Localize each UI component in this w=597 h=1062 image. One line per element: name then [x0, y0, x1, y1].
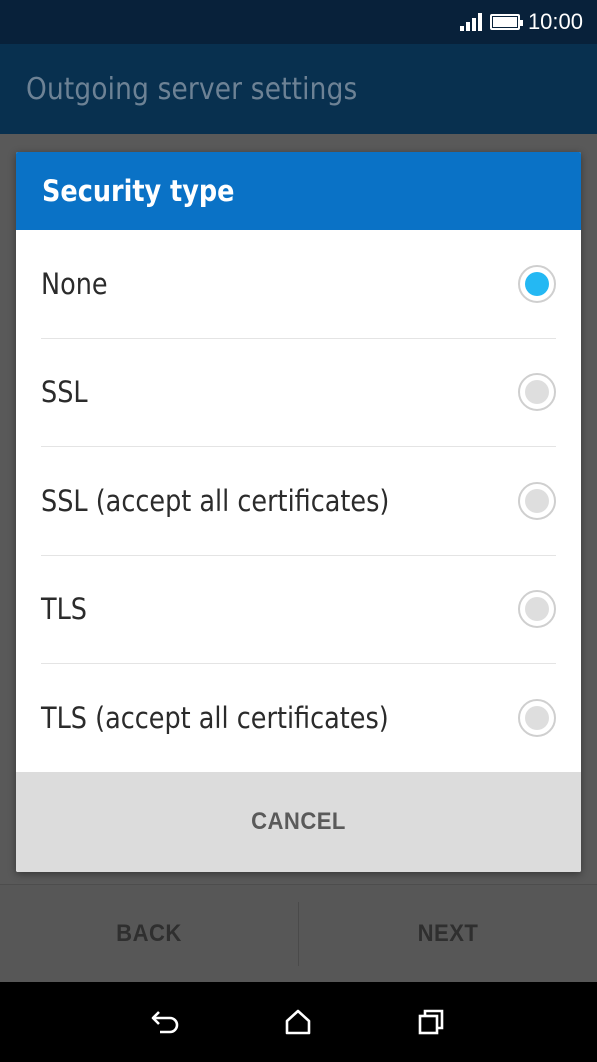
- option-ssl[interactable]: SSL: [41, 339, 556, 447]
- home-icon[interactable]: [278, 1002, 318, 1042]
- option-ssl-accept-all[interactable]: SSL (accept all certificates): [41, 447, 556, 556]
- option-label: TLS (accept all certificates): [41, 701, 389, 736]
- dialog-footer: CANCEL: [16, 772, 581, 872]
- battery-icon: [489, 14, 523, 30]
- option-label: SSL (accept all certificates): [41, 483, 390, 518]
- status-time: 10:00: [527, 9, 583, 34]
- nav-bar: [0, 982, 597, 1062]
- option-label: TLS: [41, 592, 88, 627]
- next-button[interactable]: NEXT: [311, 885, 585, 982]
- status-icons: 10:00: [459, 0, 583, 44]
- radio-button[interactable]: [518, 699, 556, 738]
- status-bar: 10:00: [0, 0, 597, 44]
- radio-button[interactable]: [518, 481, 556, 520]
- security-type-dialog: Security type None SSL SSL (accept all c…: [16, 152, 581, 872]
- option-none[interactable]: None: [41, 230, 556, 339]
- security-option-list: None SSL SSL (accept all certificates) T…: [16, 230, 581, 772]
- signal-icon: [459, 13, 482, 31]
- option-tls-accept-all[interactable]: TLS (accept all certificates): [41, 664, 556, 773]
- radio-button[interactable]: [518, 373, 556, 412]
- option-label: None: [41, 266, 108, 301]
- page-title: Outgoing server settings: [26, 72, 358, 107]
- divider: [298, 902, 299, 966]
- radio-button[interactable]: [518, 264, 556, 303]
- radio-button[interactable]: [518, 590, 556, 629]
- dialog-title: Security type: [42, 174, 235, 208]
- option-label: SSL: [41, 375, 88, 410]
- back-button[interactable]: BACK: [12, 885, 286, 982]
- cancel-button[interactable]: CANCEL: [251, 808, 346, 836]
- back-icon[interactable]: [146, 1002, 186, 1042]
- recents-icon[interactable]: [411, 1002, 451, 1042]
- dialog-header: Security type: [16, 152, 581, 230]
- app-bar: Outgoing server settings: [0, 44, 597, 134]
- option-tls[interactable]: TLS: [41, 556, 556, 664]
- bottom-actions: BACK NEXT: [0, 884, 597, 982]
